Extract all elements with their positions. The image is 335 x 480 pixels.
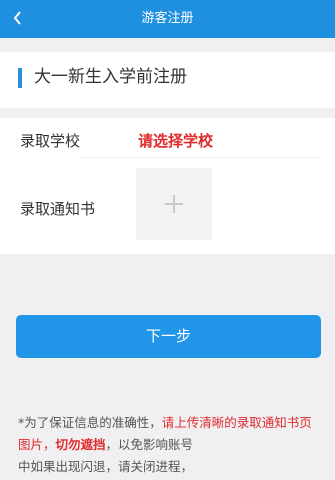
navbar: 游客注册 [0,0,335,38]
notice-text-4: ，以免影响账号 [105,437,194,452]
school-label: 录取学校 [20,132,81,150]
section-accent-bar [18,68,22,88]
upload-notice: *为了保证信息的准确性，请上传清晰的录取通知书页图片，切勿遮挡，以免影响账号 中如… [18,412,318,478]
admission-letter-label: 录取通知书 [20,200,96,218]
plus-icon [165,195,183,213]
next-step-button[interactable]: 下一步 [16,315,321,358]
section-title: 大一新生入学前注册 [34,67,187,87]
notice-text-5: 中如果出现闪退，请关闭进程， [18,459,194,474]
school-select[interactable]: 请选择学校 [138,130,213,151]
notice-text-1: *为了保证信息的准确性， [18,415,162,430]
upload-letter-button[interactable] [136,168,212,240]
page-title: 游客注册 [141,11,194,26]
notice-warning: 切勿遮挡 [55,437,106,452]
row-divider [80,157,320,158]
